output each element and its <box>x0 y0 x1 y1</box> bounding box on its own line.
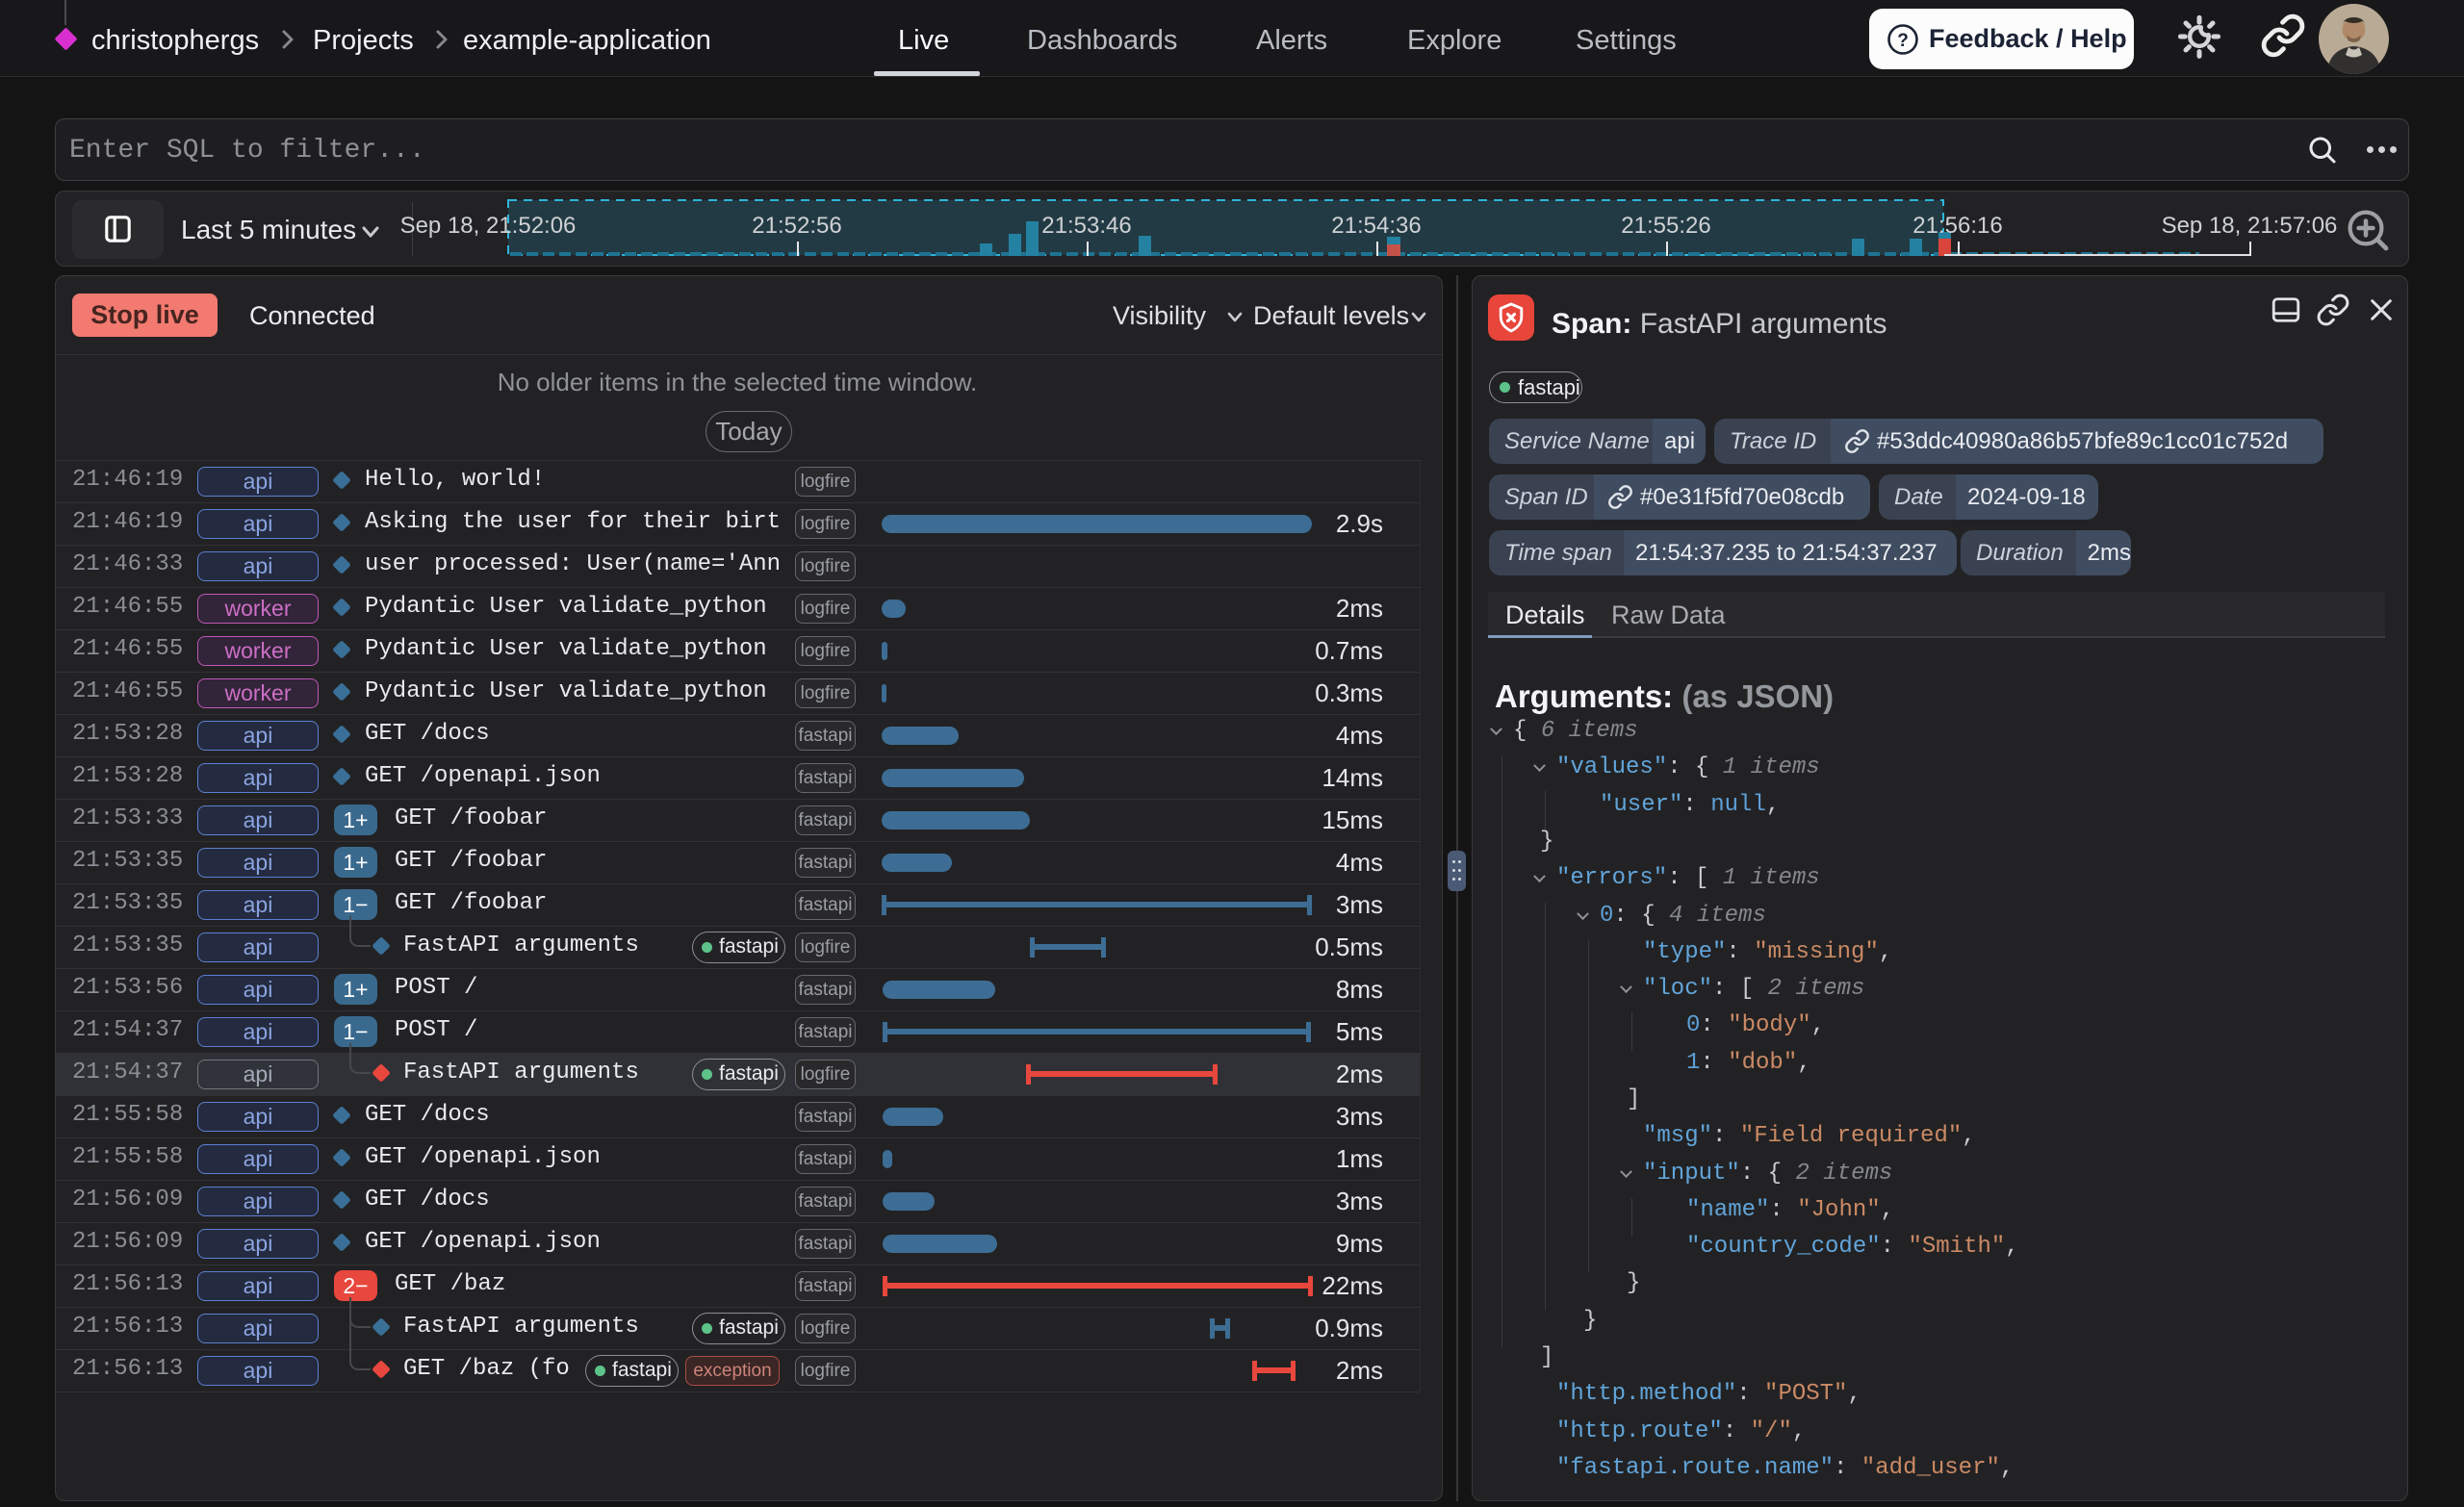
svg-text:?: ? <box>1897 31 1909 51</box>
